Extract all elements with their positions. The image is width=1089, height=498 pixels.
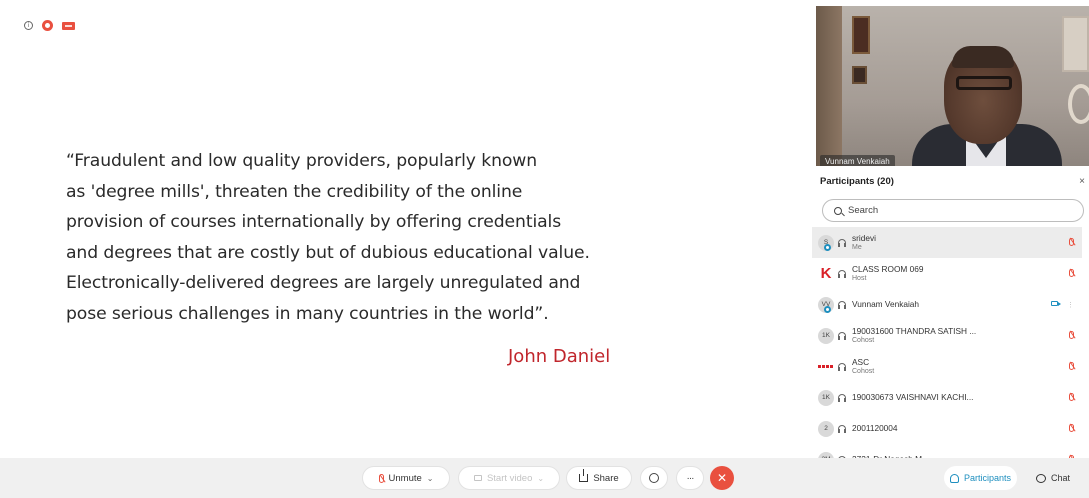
- video-wall-frame: [852, 66, 867, 84]
- avatar: 2: [818, 420, 834, 437]
- reactions-button[interactable]: [640, 466, 668, 490]
- smiley-icon: [649, 473, 659, 483]
- quote-line: pose serious challenges in many countrie…: [66, 303, 549, 324]
- avatar: 1K: [818, 327, 834, 344]
- chat-button[interactable]: Chat: [1030, 466, 1076, 490]
- speaker-glasses: [956, 76, 1012, 90]
- quote-line: Electronically-delivered degrees are lar…: [66, 273, 581, 294]
- video-wall-decoration: [1068, 84, 1089, 124]
- more-button[interactable]: ···: [676, 466, 704, 490]
- quote-line: “Fraudulent and low quality providers, p…: [66, 151, 538, 171]
- mic-muted-icon[interactable]: [1069, 238, 1074, 246]
- participant-name: 2001120004: [852, 423, 898, 433]
- participants-button[interactable]: Participants: [944, 466, 1018, 490]
- video-door: [816, 6, 842, 166]
- participant-role: Cohost: [852, 336, 875, 344]
- search-icon: [834, 206, 842, 215]
- speaker-video-tile[interactable]: Vunnam Venkaiah: [816, 6, 1089, 166]
- participant-name: 190030673 VAISHNAVI KACHI...: [852, 392, 974, 402]
- participants-title: Participants (20): [820, 176, 894, 187]
- quote-author: John Daniel: [508, 346, 611, 367]
- participant-row[interactable]: VV Vunnam Venkaiah ⋮: [812, 289, 1082, 320]
- participant-name: Vunnam Venkaiah: [852, 299, 920, 309]
- headset-icon: [838, 238, 846, 247]
- info-icon[interactable]: i: [24, 21, 33, 30]
- meeting-toolbar: Unmute ⌄ Start video ⌄ Share ··· ✕ Parti…: [0, 458, 1089, 498]
- participant-row[interactable]: K CLASS ROOM 069 Host: [812, 258, 1082, 289]
- participants-label: Participants: [964, 473, 1012, 483]
- participants-icon: [950, 473, 959, 483]
- chevron-down-icon[interactable]: ⌄: [427, 474, 434, 483]
- participant-role: Cohost: [852, 367, 875, 375]
- headset-icon: [838, 300, 846, 309]
- end-meeting-button[interactable]: ✕: [710, 466, 734, 490]
- quote-line: and degrees that are costly but of dubio…: [66, 242, 590, 263]
- mic-muted-icon[interactable]: [1069, 424, 1074, 432]
- participant-row[interactable]: 2 2001120004: [812, 413, 1082, 444]
- mic-muted-icon: [378, 473, 384, 483]
- chat-icon: [1036, 473, 1046, 483]
- video-wall-frame: [1062, 16, 1089, 72]
- recording-icon[interactable]: [42, 20, 53, 31]
- start-video-label: Start video: [486, 472, 533, 484]
- headset-icon: [838, 424, 846, 433]
- mic-muted-icon[interactable]: [1069, 393, 1074, 401]
- participant-name: CLASS ROOM 069: [852, 263, 924, 274]
- avatar: S: [818, 234, 834, 251]
- close-icon[interactable]: ×: [1079, 176, 1085, 187]
- avatar: 1K: [818, 389, 834, 406]
- more-icon: ···: [686, 472, 695, 484]
- avatar: [818, 358, 834, 375]
- speaker-hair: [952, 46, 1014, 68]
- headset-icon: [838, 362, 846, 371]
- participant-row[interactable]: S sridevi Me: [812, 227, 1082, 258]
- avatar: VV: [818, 296, 834, 313]
- live-stream-icon[interactable]: [62, 21, 75, 30]
- quote-line: as 'degree mills', threaten the credibil…: [66, 181, 523, 202]
- search-input[interactable]: [848, 205, 1048, 216]
- headset-icon: [838, 269, 846, 278]
- right-panel: Vunnam Venkaiah Participants (20) × S sr…: [812, 0, 1089, 468]
- participant-name: sridevi: [852, 232, 876, 243]
- avatar: K: [818, 265, 834, 282]
- headset-icon: [838, 331, 846, 340]
- participants-search[interactable]: [822, 199, 1084, 222]
- participant-role: Host: [852, 274, 867, 282]
- participant-row[interactable]: 1K 190031600 THANDRA SATISH ... Cohost: [812, 320, 1082, 351]
- shared-slide-quote: “Fraudulent and low quality providers, p…: [66, 146, 706, 330]
- video-wall-frame: [852, 16, 870, 54]
- participants-header: Participants (20) ×: [820, 176, 1085, 187]
- camera-icon[interactable]: [1051, 301, 1061, 306]
- participant-row[interactable]: 1K 190030673 VAISHNAVI KACHI...: [812, 382, 1082, 413]
- participant-name: ASC: [852, 356, 870, 367]
- start-video-button[interactable]: Start video ⌄: [458, 466, 560, 490]
- share-button[interactable]: Share: [566, 466, 632, 490]
- participant-row[interactable]: ASC Cohost: [812, 351, 1082, 382]
- mic-muted-icon[interactable]: [1069, 362, 1074, 370]
- headset-icon: [838, 393, 846, 402]
- chat-label: Chat: [1051, 473, 1071, 483]
- video-status-icon: [824, 305, 831, 313]
- mic-muted-icon[interactable]: [1069, 269, 1074, 277]
- mic-muted-icon[interactable]: [1069, 331, 1074, 339]
- more-options-icon[interactable]: ⋮: [1067, 301, 1074, 309]
- unmute-label: Unmute: [388, 472, 422, 484]
- video-status-icon: [824, 243, 831, 251]
- share-label: Share: [593, 472, 619, 484]
- video-camera-icon: [473, 475, 482, 481]
- participants-list: S sridevi Me K CLASS ROOM 069 Host VV Vunn…: [812, 227, 1089, 475]
- participant-role: Me: [852, 243, 862, 251]
- participant-name: 190031600 THANDRA SATISH ...: [852, 325, 977, 336]
- meeting-status-icons: i: [24, 20, 75, 31]
- video-tile-name: Vunnam Venkaiah: [820, 155, 895, 166]
- chevron-down-icon[interactable]: ⌄: [537, 474, 544, 483]
- quote-line: provision of courses internationally by …: [66, 212, 562, 233]
- unmute-button[interactable]: Unmute ⌄: [362, 466, 450, 490]
- meeting-window: i “Fraudulent and low quality providers,…: [0, 0, 1089, 498]
- share-icon: [579, 469, 589, 482]
